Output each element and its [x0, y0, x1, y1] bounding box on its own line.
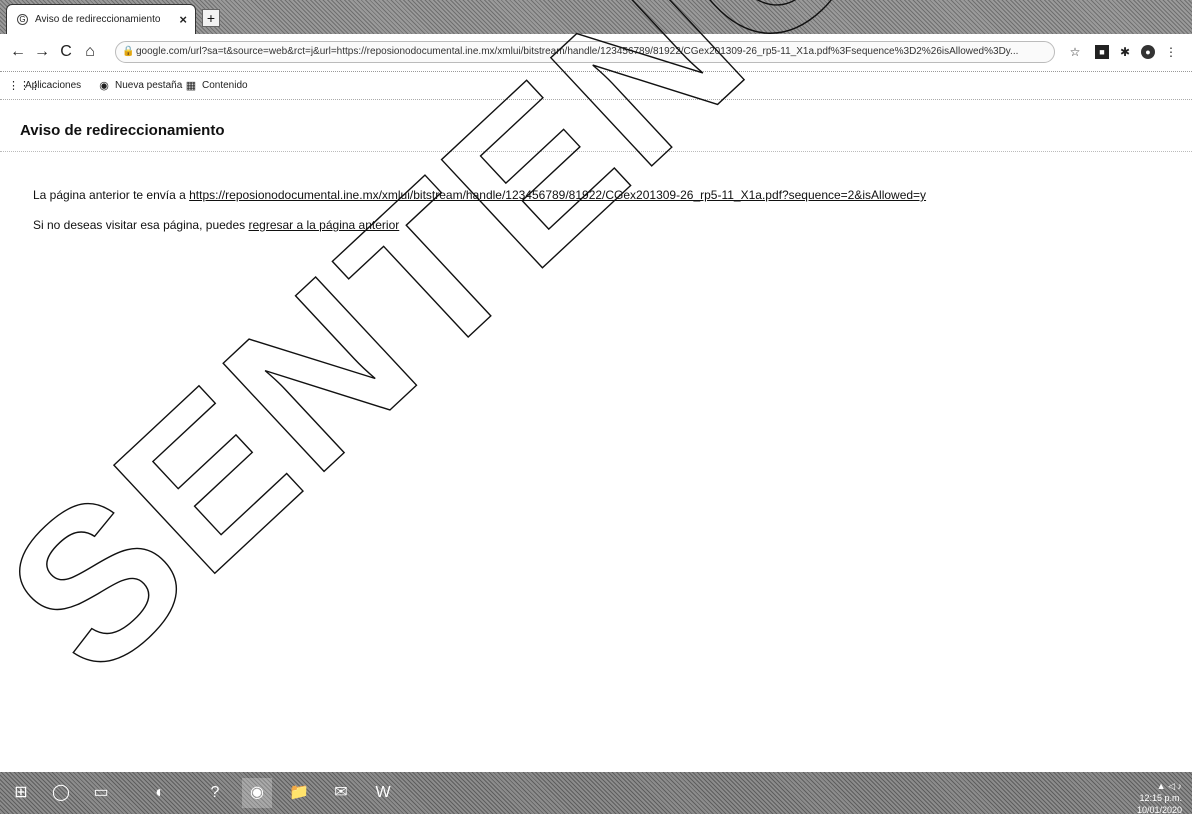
extension-icon[interactable]: ✱: [1118, 45, 1132, 59]
tab-title: Aviso de redireccionamiento: [35, 14, 161, 25]
windows-taskbar: ⊞ ◯ ▭ ◐ ? ◉ 📁 ✉ W ▲ ◁ ♪ 12:15 p.m. 10/01…: [0, 772, 1192, 816]
apps-grid-icon: ⋮⋮⋮: [8, 80, 41, 92]
watermark-text: SENTENCIA: [0, 0, 1074, 719]
clock-time: 12:15 p.m.: [1139, 793, 1182, 803]
mail-icon[interactable]: ✉: [326, 778, 356, 808]
edge-browser-icon[interactable]: ◐: [145, 778, 175, 808]
start-button-icon[interactable]: ⊞: [6, 778, 36, 808]
back-icon[interactable]: ←: [8, 41, 28, 63]
chrome-icon[interactable]: ◉: [242, 778, 272, 808]
forward-icon[interactable]: →: [32, 41, 52, 63]
home-icon[interactable]: ⌂: [80, 41, 100, 63]
redirect-prefix: La página anterior te envía a: [33, 188, 190, 202]
help-icon[interactable]: ?: [200, 778, 230, 808]
active-tab[interactable]: G Aviso de redireccionamiento ×: [6, 4, 196, 34]
bookmark-label: Contenido: [202, 80, 248, 91]
redirect-link[interactable]: https://reposionodocumental.ine.mx/xmlui…: [189, 188, 926, 202]
task-view-icon[interactable]: ▭: [86, 778, 116, 808]
pdf-extension-icon[interactable]: ■: [1095, 45, 1109, 59]
go-back-link[interactable]: regresar a la página anterior: [248, 218, 399, 232]
back-prefix: Si no deseas visitar esa página, puedes: [33, 218, 249, 232]
search-icon[interactable]: ◯: [46, 778, 76, 808]
system-tray[interactable]: ▲ ◁ ♪ 12:15 p.m. 10/01/2020: [1137, 780, 1182, 816]
file-explorer-icon[interactable]: 📁: [284, 778, 314, 808]
tray-icons: ▲ ◁ ♪: [1156, 781, 1182, 791]
menu-kebab-icon[interactable]: ⋮: [1164, 45, 1178, 59]
redirect-message: La página anterior te envía a https://re…: [33, 188, 926, 202]
address-bar[interactable]: 🔒 google.com/url?sa=t&source=web&rct=j&u…: [115, 41, 1055, 63]
bookmarks-bar: ⋮⋮⋮ Aplicaciones ◉ Nueva pestaña ▦ Conte…: [0, 72, 1192, 100]
profile-avatar-icon[interactable]: ●: [1141, 45, 1155, 59]
page-header: Aviso de redireccionamiento: [0, 118, 1192, 152]
lock-icon: 🔒: [122, 46, 135, 57]
close-tab-icon[interactable]: ×: [179, 5, 187, 35]
browser-toolbar: ← → C ⌂ 🔒 google.com/url?sa=t&source=web…: [0, 34, 1192, 72]
word-icon[interactable]: W: [368, 778, 398, 808]
tab-strip: G Aviso de redireccionamiento × +: [0, 0, 1192, 34]
bookmark-content[interactable]: ▦ Contenido: [185, 79, 248, 92]
reload-icon[interactable]: C: [56, 41, 76, 63]
globe-icon: ◉: [99, 80, 109, 92]
bookmark-star-icon[interactable]: ☆: [1068, 45, 1082, 59]
google-favicon-icon: G: [17, 14, 28, 25]
address-bar-url: google.com/url?sa=t&source=web&rct=j&url…: [136, 46, 1019, 57]
bookmark-apps[interactable]: ⋮⋮⋮ Aplicaciones: [8, 79, 81, 92]
back-message: Si no deseas visitar esa página, puedes …: [33, 218, 399, 232]
page-title: Aviso de redireccionamiento: [20, 122, 225, 139]
bookmark-label: Nueva pestaña: [115, 80, 183, 91]
bookmark-label: Aplicaciones: [25, 80, 82, 91]
new-tab-button[interactable]: +: [202, 9, 220, 27]
bookmark-new-tab[interactable]: ◉ Nueva pestaña: [98, 79, 182, 92]
content-icon: ▦: [185, 80, 197, 92]
clock-date: 10/01/2020: [1136, 805, 1182, 815]
